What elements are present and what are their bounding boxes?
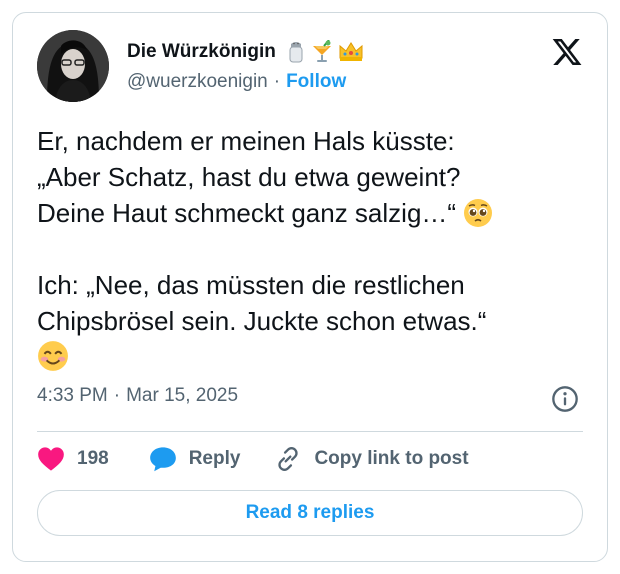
tweet-line: Er, nachdem er meinen Hals küsste:	[37, 126, 455, 156]
crown-icon	[339, 42, 363, 61]
info-icon[interactable]	[551, 385, 579, 413]
heart-icon	[38, 447, 64, 471]
action-bar: 198 Reply Copy link to post	[37, 445, 469, 473]
read-replies-label: Read 8 replies	[245, 502, 375, 523]
tweet-date: Mar 15, 2025	[126, 385, 239, 406]
tweet-line: Deine Haut schmeckt ganz salzig…“	[37, 198, 457, 228]
reply-label: Reply	[188, 448, 241, 469]
x-logo-icon[interactable]	[551, 36, 583, 68]
author-name-row: Die Würzkönigin	[127, 40, 364, 64]
tweet-card: Die Würzkönigin @wuerzkoenigin · Follow …	[12, 12, 608, 562]
avatar[interactable]	[37, 30, 109, 102]
like-button[interactable]: 198	[37, 446, 109, 472]
tweet-line: Ich: „Nee, das müssten die restlichen	[37, 270, 465, 300]
author-handle[interactable]: @wuerzkoenigin	[127, 71, 268, 93]
author-name-emojis	[286, 40, 364, 64]
tweet-line: Chipsbrösel sein. Juckte schon etwas.“	[37, 306, 487, 336]
separator-dot: ·	[113, 385, 121, 406]
copy-link-label: Copy link to post	[314, 448, 469, 469]
divider	[37, 431, 583, 432]
separator-dot: ·	[273, 71, 281, 92]
follow-button[interactable]: Follow	[286, 71, 346, 93]
like-count: 198	[77, 448, 109, 469]
smiling-face-icon	[38, 341, 68, 371]
tweet-timestamp[interactable]: 4:33 PM · Mar 15, 2025	[37, 385, 238, 407]
tropical-drink-icon	[312, 40, 331, 62]
tweet-line: „Aber Schatz, hast du etwa geweint?	[37, 162, 461, 192]
tweet-time: 4:33 PM	[37, 385, 108, 406]
read-replies-button[interactable]: Read 8 replies	[37, 490, 583, 536]
author-handle-row: @wuerzkoenigin · Follow	[127, 71, 346, 93]
tweet-text: Er, nachdem er meinen Hals küsste: „Aber…	[37, 123, 585, 375]
author-name[interactable]: Die Würzkönigin	[127, 41, 276, 63]
reply-bubble-icon	[149, 447, 176, 472]
pleading-face-icon	[464, 199, 493, 227]
salt-shaker-icon	[289, 42, 303, 63]
reply-button[interactable]: Reply	[149, 446, 241, 472]
copy-link-button[interactable]: Copy link to post	[274, 445, 469, 473]
link-icon	[278, 447, 299, 471]
